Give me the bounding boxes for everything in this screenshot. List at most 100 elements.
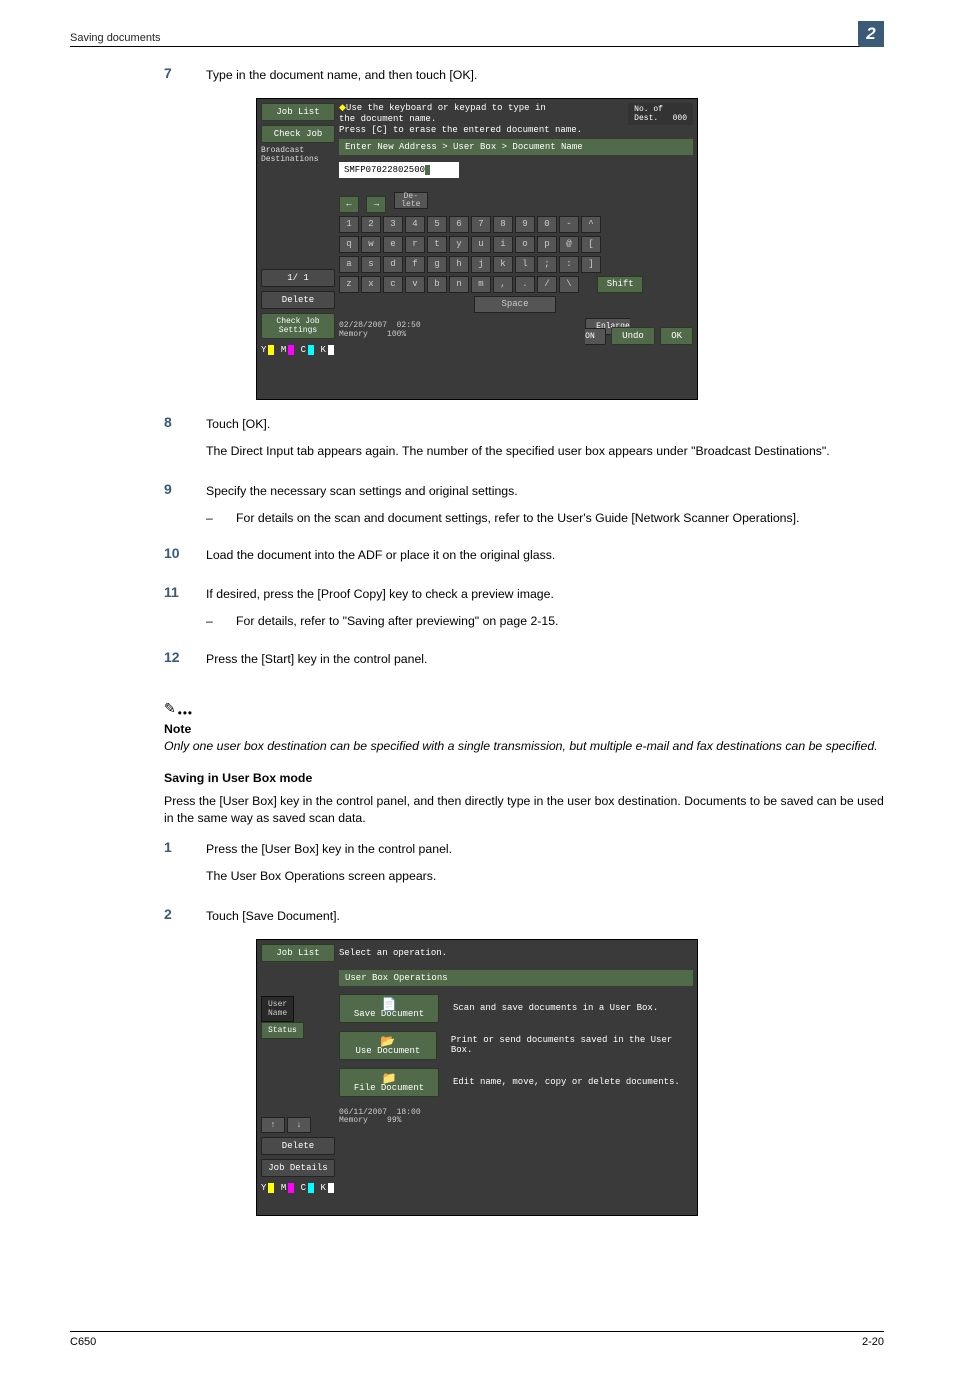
key[interactable]: d bbox=[383, 256, 403, 273]
key[interactable]: 8 bbox=[493, 216, 513, 233]
status-tab[interactable]: Status bbox=[261, 1022, 304, 1039]
step-text: Touch [OK]. bbox=[206, 416, 884, 433]
use-document-button[interactable]: 📂Use Document bbox=[339, 1031, 437, 1060]
left-arrow-key[interactable]: ← bbox=[339, 196, 359, 213]
space-key[interactable]: Space bbox=[474, 296, 556, 313]
footer-page: 2-20 bbox=[862, 1336, 884, 1348]
op-desc: Print or send documents saved in the Use… bbox=[451, 1035, 693, 1055]
key[interactable]: 7 bbox=[471, 216, 491, 233]
op-desc: Edit name, move, copy or delete document… bbox=[453, 1077, 680, 1087]
key[interactable]: z bbox=[339, 276, 359, 293]
key[interactable]: , bbox=[493, 276, 513, 293]
key[interactable]: b bbox=[427, 276, 447, 293]
key[interactable]: s bbox=[361, 256, 381, 273]
broadcast-label: Broadcast Destinations bbox=[261, 147, 335, 165]
step-number: 10 bbox=[70, 545, 200, 574]
step-number: 9 bbox=[70, 481, 200, 535]
key[interactable]: a bbox=[339, 256, 359, 273]
delete-button[interactable]: Delete bbox=[261, 291, 335, 309]
key[interactable]: f bbox=[405, 256, 425, 273]
job-details-button[interactable]: Job Details bbox=[261, 1159, 335, 1177]
file-icon: 📁 bbox=[382, 1071, 397, 1086]
key[interactable]: m bbox=[471, 276, 491, 293]
key[interactable]: v bbox=[405, 276, 425, 293]
undo-button[interactable]: Undo bbox=[611, 327, 655, 345]
step-number: 12 bbox=[70, 649, 200, 678]
step-text: Press the [User Box] key in the control … bbox=[206, 841, 884, 858]
key[interactable]: e bbox=[383, 236, 403, 253]
key[interactable]: h bbox=[449, 256, 469, 273]
step-subtext: For details on the scan and document set… bbox=[236, 510, 884, 527]
step-subtext: For details, refer to "Saving after prev… bbox=[236, 613, 884, 630]
note-icon: ✎••• bbox=[164, 700, 884, 720]
user-tab[interactable]: User Name bbox=[261, 996, 294, 1022]
key[interactable]: ] bbox=[581, 256, 601, 273]
save-icon: 📄 bbox=[382, 997, 397, 1012]
note-text: Only one user box destination can be spe… bbox=[164, 738, 884, 755]
check-settings-button[interactable]: Check Job Settings bbox=[261, 313, 335, 339]
delete-button[interactable]: Delete bbox=[261, 1137, 335, 1155]
job-list-button[interactable]: Job List bbox=[261, 944, 335, 962]
key[interactable]: c bbox=[383, 276, 403, 293]
down-arrow[interactable]: ↓ bbox=[287, 1117, 311, 1133]
step-number: 11 bbox=[70, 584, 200, 638]
key[interactable]: ^ bbox=[581, 216, 601, 233]
section-para: Press the [User Box] key in the control … bbox=[164, 793, 884, 827]
key[interactable]: [ bbox=[581, 236, 601, 253]
key[interactable]: 3 bbox=[383, 216, 403, 233]
header-section: Saving documents bbox=[70, 32, 161, 44]
key[interactable]: \ bbox=[559, 276, 579, 293]
key[interactable]: l bbox=[515, 256, 535, 273]
key[interactable]: w bbox=[361, 236, 381, 253]
key[interactable]: n bbox=[449, 276, 469, 293]
key[interactable]: . bbox=[515, 276, 535, 293]
shift-key[interactable]: Shift bbox=[597, 276, 643, 293]
key[interactable]: 2 bbox=[361, 216, 381, 233]
key[interactable]: p bbox=[537, 236, 557, 253]
key[interactable]: o bbox=[515, 236, 535, 253]
key[interactable]: 4 bbox=[405, 216, 425, 233]
document-name-input[interactable]: SMFP07022802500 bbox=[339, 162, 459, 178]
delete-key[interactable]: De- lete bbox=[394, 192, 428, 209]
chapter-badge: 2 bbox=[858, 21, 884, 47]
up-arrow[interactable]: ↑ bbox=[261, 1117, 285, 1133]
key[interactable]: j bbox=[471, 256, 491, 273]
key[interactable]: t bbox=[427, 236, 447, 253]
key[interactable]: y bbox=[449, 236, 469, 253]
key[interactable]: 1 bbox=[339, 216, 359, 233]
note-label: Note bbox=[164, 722, 884, 736]
key[interactable]: k bbox=[493, 256, 513, 273]
key[interactable]: r bbox=[405, 236, 425, 253]
key[interactable]: ; bbox=[537, 256, 557, 273]
step-number: 1 bbox=[70, 839, 200, 895]
key[interactable]: - bbox=[559, 216, 579, 233]
ok-button[interactable]: OK bbox=[660, 327, 693, 345]
key[interactable]: x bbox=[361, 276, 381, 293]
key[interactable]: 5 bbox=[427, 216, 447, 233]
toner-levels: Y M C K bbox=[261, 1183, 335, 1193]
key[interactable]: i bbox=[493, 236, 513, 253]
save-document-button[interactable]: 📄Save Document bbox=[339, 994, 439, 1023]
job-list-button[interactable]: Job List bbox=[261, 103, 335, 121]
step-text: Press the [Start] key in the control pan… bbox=[206, 651, 884, 668]
key[interactable]: q bbox=[339, 236, 359, 253]
key[interactable]: 9 bbox=[515, 216, 535, 233]
key[interactable]: 6 bbox=[449, 216, 469, 233]
file-document-button[interactable]: 📁File Document bbox=[339, 1068, 439, 1097]
page-indicator: 1/ 1 bbox=[261, 269, 335, 287]
keyboard-screenshot: Job List Check Job Broadcast Destination… bbox=[256, 98, 698, 400]
key[interactable]: 0 bbox=[537, 216, 557, 233]
key[interactable]: @ bbox=[559, 236, 579, 253]
step-number: 8 bbox=[70, 414, 200, 470]
check-job-button[interactable]: Check Job bbox=[261, 125, 335, 143]
key[interactable]: : bbox=[559, 256, 579, 273]
right-arrow-key[interactable]: → bbox=[366, 196, 386, 213]
step-text: Type in the document name, and then touc… bbox=[206, 67, 884, 84]
section-heading: Saving in User Box mode bbox=[164, 771, 884, 785]
step-text: If desired, press the [Proof Copy] key t… bbox=[206, 586, 884, 603]
status-info: 06/11/2007 18:00 Memory 99% bbox=[339, 1109, 421, 1127]
key[interactable]: u bbox=[471, 236, 491, 253]
step-text: Specify the necessary scan settings and … bbox=[206, 483, 884, 500]
key[interactable]: g bbox=[427, 256, 447, 273]
key[interactable]: / bbox=[537, 276, 557, 293]
